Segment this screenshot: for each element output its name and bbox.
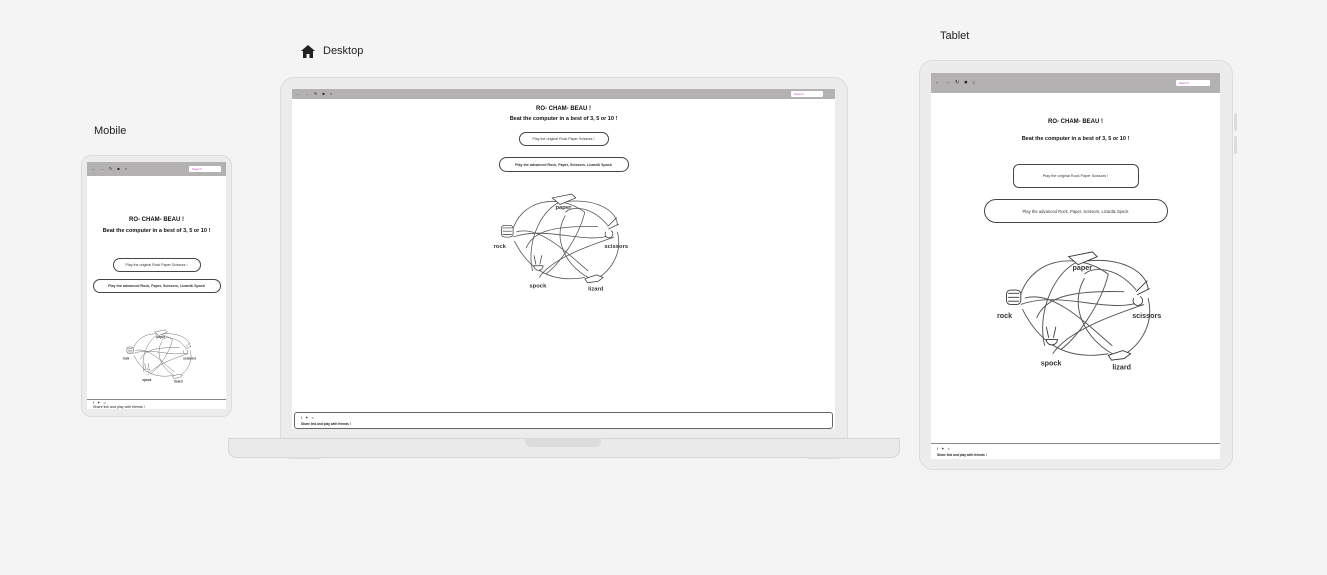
rpsls-diagram: paper rock scissors spock lizard (123, 329, 196, 384)
search-input[interactable]: Search (189, 166, 221, 172)
back-arrow-icon[interactable]: ← (935, 80, 940, 86)
reload-icon[interactable]: ↻ (955, 80, 959, 86)
reload-icon[interactable]: ↻ (109, 167, 112, 171)
home-icon[interactable]: ⌂ (972, 80, 975, 86)
page-footer: f ✦ > Share link and play with friends ! (294, 412, 833, 429)
mobile-screen: ← → ↻ ■ ⌂ Search RO- CHAM- BEAU ! Beat t… (87, 162, 226, 409)
browser-nav: ← → ↻ ■ ⌂ (935, 80, 975, 86)
share-text: Share link and play with friends ! (937, 453, 987, 457)
laptop-foot-right (807, 457, 839, 459)
page-subtitle: Beat the computer in a best of 3, 5 or 1… (102, 228, 211, 234)
tablet-screen: ← → ↻ ■ ⌂ Search RO- CHAM- BEAU ! Beat t… (931, 73, 1220, 459)
laptop-notch (525, 439, 601, 447)
share-text: Share link and play with friends ! (93, 405, 145, 409)
page-subtitle: Beat the computer in a best of 3, 5 or 1… (1021, 136, 1130, 142)
tablet-frame-label: Tablet (940, 30, 970, 42)
laptop-lid: ← → ↻ ■ ⌂ Search RO- CHAM- BEAU ! Beat t… (280, 77, 848, 441)
home-icon[interactable]: ⌂ (330, 92, 332, 96)
diagram-label-paper: paper (156, 335, 165, 339)
diagram-label-scissors: scissors (183, 356, 196, 360)
diagram-label-rock: rock (123, 356, 130, 360)
share-text: Share link and play with friends ! (301, 422, 351, 426)
classic-game-button[interactable]: Play the original Rock Paper Scissors ! (112, 258, 201, 272)
home-icon (301, 45, 315, 58)
diagram-label-paper: paper (555, 205, 572, 211)
facebook-icon[interactable]: f (937, 447, 938, 451)
page-title: RO- CHAM- BEAU ! (536, 106, 591, 112)
diagram-label-lizard: lizard (1112, 364, 1131, 372)
rpsls-diagram: paper rock scissors spock lizard (494, 193, 629, 293)
tabs-icon[interactable]: ■ (322, 92, 324, 96)
tablet-side-button (1234, 136, 1237, 154)
diagram-label-spock: spock (1041, 360, 1062, 368)
desktop-frame-label: Desktop (323, 45, 364, 57)
page-footer: f ✦ > Share link and play with friends ! (87, 399, 226, 409)
diagram-label-paper: paper (1073, 264, 1093, 272)
facebook-icon[interactable]: f (301, 416, 302, 420)
browser-nav: ← → ↻ ■ ⌂ (91, 167, 127, 171)
back-arrow-icon[interactable]: ← (296, 92, 300, 96)
forward-arrow-icon[interactable]: → (945, 80, 950, 86)
advanced-game-button[interactable]: Play the advanced Rock, Paper, Scissors,… (983, 199, 1168, 223)
page-subtitle: Beat the computer in a best of 3, 5 or 1… (509, 116, 618, 122)
laptop-foot-left (289, 457, 321, 459)
classic-game-button[interactable]: Play the original Rock Paper Scissors ! (518, 132, 609, 146)
classic-game-button[interactable]: Play the original Rock Paper Scissors ! (1012, 164, 1139, 188)
twitter-icon[interactable]: ✦ (305, 416, 308, 420)
search-input[interactable]: Search (1176, 80, 1210, 86)
page-footer: f ✦ > Share link and play with friends ! (931, 443, 1220, 459)
browser-nav: ← → ↻ ■ ⌂ (296, 92, 332, 96)
diagram-label-spock: spock (529, 283, 547, 289)
forward-arrow-icon[interactable]: → (100, 167, 104, 171)
diagram-label-rock: rock (494, 244, 507, 250)
browser-toolbar: ← → ↻ ■ ⌂ Search (87, 162, 226, 176)
search-input[interactable]: Search (791, 91, 823, 97)
tabs-icon[interactable]: ■ (964, 80, 967, 86)
mobile-frame-label: Mobile (94, 125, 127, 137)
social-icons: f ✦ > (937, 447, 950, 451)
advanced-game-button[interactable]: Play the advanced Rock, Paper, Scissors,… (498, 157, 629, 172)
share-icon[interactable]: > (947, 447, 949, 451)
advanced-game-button[interactable]: Play the advanced Rock, Paper, Scissors,… (92, 279, 221, 293)
tablet-side-button (1234, 113, 1237, 131)
rpsls-diagram: paper rock scissors spock lizard (997, 251, 1161, 372)
diagram-label-rock: rock (997, 312, 1012, 320)
browser-toolbar: ← → ↻ ■ ⌂ Search (292, 89, 835, 99)
home-icon[interactable]: ⌂ (125, 167, 127, 171)
laptop-base (228, 438, 900, 459)
diagram-label-spock: spock (142, 378, 151, 382)
browser-toolbar: ← → ↻ ■ ⌂ Search (931, 73, 1220, 93)
social-icons: f ✦ > (301, 416, 314, 420)
page-title: RO- CHAM- BEAU ! (129, 217, 184, 223)
page-title: RO- CHAM- BEAU ! (1048, 119, 1103, 125)
diagram-label-scissors: scissors (604, 244, 629, 250)
forward-arrow-icon[interactable]: → (305, 92, 309, 96)
tabs-icon[interactable]: ■ (117, 167, 119, 171)
diagram-label-lizard: lizard (588, 287, 604, 293)
reload-icon[interactable]: ↻ (314, 92, 317, 96)
tablet-device: ← → ↻ ■ ⌂ Search RO- CHAM- BEAU ! Beat t… (919, 60, 1237, 470)
share-icon[interactable]: > (311, 416, 313, 420)
back-arrow-icon[interactable]: ← (91, 167, 95, 171)
diagram-label-scissors: scissors (1132, 312, 1161, 320)
mobile-device: ← → ↻ ■ ⌂ Search RO- CHAM- BEAU ! Beat t… (81, 155, 232, 417)
diagram-label-lizard: lizard (174, 380, 182, 384)
desktop-screen: ← → ↻ ■ ⌂ Search RO- CHAM- BEAU ! Beat t… (292, 89, 835, 429)
twitter-icon[interactable]: ✦ (941, 447, 944, 451)
